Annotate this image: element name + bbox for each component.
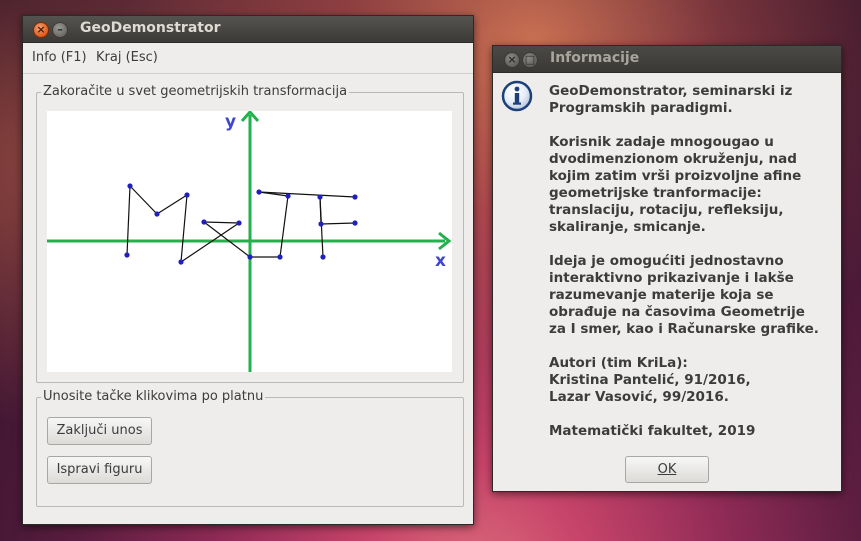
figure-edge <box>156 194 188 215</box>
figure-vertex <box>352 194 358 200</box>
figure-vertex <box>178 259 184 265</box>
figure-vertex <box>127 183 133 189</box>
info-icon <box>501 80 533 116</box>
menubar: Info (F1) Kraj (Esc) <box>23 43 473 74</box>
menu-info[interactable]: Info (F1) <box>32 50 87 65</box>
maximize-icon[interactable]: □ <box>522 52 538 68</box>
close-icon[interactable]: × <box>33 22 49 38</box>
input-group: Unosite tačke klikovima po platnu Zaklju… <box>36 389 464 507</box>
canvas-group: Zakoračite u svet geometrijskih transfor… <box>36 84 464 383</box>
figure-vertex <box>277 254 283 260</box>
main-titlebar[interactable]: × – GeoDemonstrator <box>23 16 473 43</box>
figure-vertex <box>236 220 242 226</box>
polygon-figure <box>124 183 358 265</box>
figure-edge <box>320 222 356 225</box>
info-message: GeoDemonstrator, seminarski iz Programsk… <box>549 83 849 457</box>
fix-figure-button[interactable]: Ispravi figuru <box>47 456 152 484</box>
main-window: × – GeoDemonstrator Info (F1) Kraj (Esc)… <box>22 15 474 525</box>
close-icon[interactable]: × <box>504 52 520 68</box>
info-paragraph: GeoDemonstrator, seminarski iz Programsk… <box>549 83 793 116</box>
figure-vertex <box>201 219 207 225</box>
figure-edge <box>203 221 240 224</box>
menu-quit[interactable]: Kraj (Esc) <box>96 50 158 65</box>
figure-vertex <box>318 221 324 227</box>
figure-vertex <box>317 194 323 200</box>
figure-vertex <box>285 193 291 199</box>
info-dialog: × □ Informacije GeoDemonstrator, seminar… <box>492 45 842 492</box>
drawing-canvas[interactable]: y x <box>47 111 452 372</box>
coordinate-plane[interactable]: y x <box>47 111 452 372</box>
window-title: GeoDemonstrator <box>80 20 221 36</box>
figure-vertex <box>320 254 326 260</box>
ok-button[interactable]: OK <box>625 456 709 483</box>
figure-edge <box>319 196 322 225</box>
y-axis-label: y <box>225 112 236 132</box>
info-titlebar[interactable]: × □ Informacije <box>493 46 841 73</box>
figure-edge <box>180 194 188 263</box>
figure-edge <box>279 195 289 258</box>
figure-vertex <box>247 254 253 260</box>
info-paragraph: Korisnik zadaje mnogougao u dvodimenzion… <box>549 134 802 235</box>
info-paragraph: Ideja je omogućiti jednostavno interakti… <box>549 253 819 337</box>
figure-vertex <box>184 192 190 198</box>
figure-vertex <box>256 189 262 195</box>
figure-edge <box>126 185 131 256</box>
info-paragraph: Matematički fakultet, 2019 <box>549 423 756 439</box>
input-group-title: Unosite tačke klikovima po platnu <box>41 389 266 404</box>
figure-edge <box>129 185 158 215</box>
canvas-group-title: Zakoračite u svet geometrijskih transfor… <box>41 84 350 99</box>
info-paragraph: Autori (tim KriLa): Kristina Pantelić, 9… <box>549 355 751 405</box>
figure-vertex <box>124 252 130 258</box>
minimize-icon[interactable]: – <box>52 22 68 38</box>
figure-vertex <box>154 211 160 217</box>
dialog-title: Informacije <box>550 50 640 66</box>
finish-input-button[interactable]: Zaključi unos <box>47 417 152 445</box>
figure-vertex <box>352 220 358 226</box>
x-axis-label: x <box>435 251 446 271</box>
